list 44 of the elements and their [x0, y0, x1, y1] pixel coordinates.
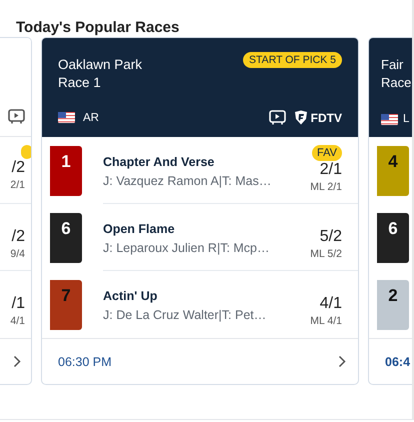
- morning-line: ML 5/2: [310, 248, 342, 260]
- chevron-right-icon: [13, 355, 21, 368]
- horse-name: Chapter And Verse: [103, 155, 216, 169]
- saddle-cloth-number: 1: [50, 146, 82, 196]
- track-name: Oaklawn Park: [58, 56, 142, 74]
- morning-line: ML 4/1: [310, 315, 342, 327]
- morning-line: 4/1: [10, 315, 25, 327]
- morning-line: 2/1: [10, 179, 25, 191]
- odds: 4/1: [320, 295, 342, 313]
- post-time: 06:30 PM: [58, 354, 112, 368]
- chevron-right-icon: [338, 355, 346, 368]
- odds: 5/2: [320, 228, 342, 246]
- country-code: L: [403, 113, 410, 125]
- morning-line: ML 2/1: [310, 181, 342, 193]
- flag-icon: [381, 114, 398, 124]
- race-card[interactable]: Fair Race L 4 6 2 06:4: [368, 37, 412, 385]
- jockey-trainer: J: Leparoux Julien R|T: Mcp…: [103, 241, 270, 255]
- saddle-cloth-number: 6: [50, 213, 82, 263]
- odds: /1: [12, 295, 25, 313]
- race-card[interactable]: /2 2/1 /2 9/4 /1 4/1: [0, 37, 32, 385]
- saddle-cloth-number: 7: [50, 280, 82, 330]
- race-card[interactable]: [41, 37, 359, 385]
- odds: /2: [12, 159, 25, 177]
- race-number: Race: [381, 74, 412, 92]
- saddle-cloth-number: 4: [377, 146, 409, 196]
- country-code: AR: [83, 112, 99, 124]
- favorite-badge: FAV: [312, 145, 342, 161]
- odds: /2: [12, 228, 25, 246]
- flag-icon: [58, 112, 75, 123]
- odds: 2/1: [320, 161, 342, 179]
- jockey-trainer: J: De La Cruz Walter|T: Pet…: [103, 308, 266, 322]
- section-title: Today's Popular Races: [15, 18, 180, 37]
- shield-icon: [294, 110, 308, 125]
- jockey-trainer: J: Vazquez Ramon A|T: Mas…: [103, 174, 272, 188]
- fdtv-logo: FDTV: [294, 110, 342, 125]
- track-name: Fair: [381, 56, 404, 74]
- horse-name: Open Flame: [103, 222, 176, 236]
- horse-name: Actin' Up: [103, 289, 158, 303]
- saddle-cloth-number: 2: [377, 280, 409, 330]
- saddle-cloth-number: 6: [377, 213, 409, 263]
- pick-badge: START OF PICK 5: [243, 52, 342, 68]
- morning-line: 9/4: [10, 248, 25, 260]
- post-time: 06:4: [385, 354, 410, 368]
- race-number: Race 1: [58, 74, 102, 92]
